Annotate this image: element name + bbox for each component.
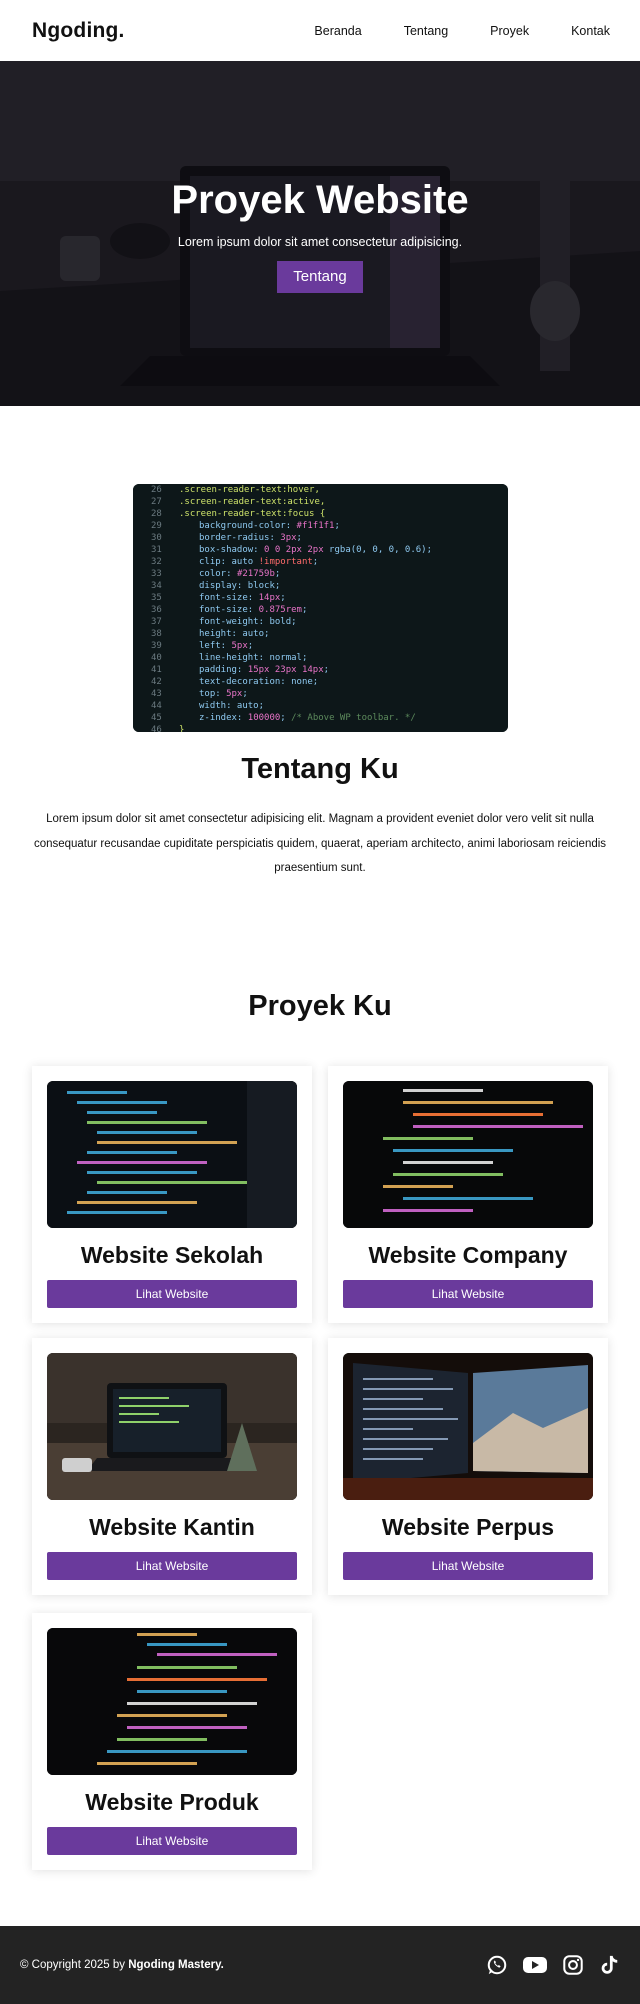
project-card-company: Website Company Lihat Website <box>328 1066 608 1323</box>
svg-text:font-size: 0.875rem;: font-size: 0.875rem; <box>199 605 307 615</box>
project-title: Website Sekolah <box>80 1242 264 1268</box>
lihat-website-button[interactable]: Lihat Website <box>47 1552 297 1580</box>
whatsapp-icon[interactable] <box>486 1954 508 1976</box>
svg-text:}: } <box>179 725 184 732</box>
svg-text:37: 37 <box>151 617 162 627</box>
project-card-kantin: Website Kantin Lihat Website <box>32 1338 312 1595</box>
navbar: Ngoding. Beranda Tentang Proyek Kontak <box>0 0 640 61</box>
svg-text:line-height: normal;: line-height: normal; <box>199 653 307 663</box>
svg-text:font-weight: bold;: font-weight: bold; <box>199 617 297 627</box>
svg-text:45: 45 <box>151 713 162 723</box>
lihat-website-button[interactable]: Lihat Website <box>47 1280 297 1308</box>
svg-text:41: 41 <box>151 665 162 675</box>
footer: © Copyright 2025 by Ngoding Mastery. <box>0 1926 640 2004</box>
lihat-website-button[interactable]: Lihat Website <box>47 1827 297 1855</box>
svg-text:35: 35 <box>151 593 162 603</box>
svg-text:color: #21759b;: color: #21759b; <box>199 569 280 579</box>
svg-text:31: 31 <box>151 545 162 555</box>
project-card-sekolah: Website Sekolah Lihat Website <box>32 1066 312 1323</box>
about-title: Tentang Ku <box>241 753 399 785</box>
youtube-icon[interactable] <box>522 1954 548 1976</box>
project-card-perpus: Website Perpus Lihat Website <box>328 1338 608 1595</box>
project-thumbnail <box>47 1353 297 1500</box>
lihat-website-button[interactable]: Lihat Website <box>343 1280 593 1308</box>
svg-text:26: 26 <box>151 485 162 495</box>
project-thumbnail <box>47 1081 297 1228</box>
svg-text:27: 27 <box>151 497 162 507</box>
hero-content: Proyek Website Lorem ipsum dolor sit ame… <box>0 176 640 293</box>
nav-link-beranda[interactable]: Beranda <box>314 24 361 38</box>
svg-text:.screen-reader-text:focus {: .screen-reader-text:focus { <box>179 509 325 519</box>
svg-text:font-size: 14px;: font-size: 14px; <box>199 593 286 603</box>
nav-link-kontak[interactable]: Kontak <box>571 24 610 38</box>
instagram-icon[interactable] <box>562 1954 584 1976</box>
svg-text:height: auto;: height: auto; <box>199 629 269 639</box>
project-card-produk: Website Produk Lihat Website <box>32 1613 312 1870</box>
svg-text:border-radius: 3px;: border-radius: 3px; <box>199 533 302 543</box>
svg-text:top: 5px;: top: 5px; <box>199 689 248 699</box>
hero-section: Proyek Website Lorem ipsum dolor sit ame… <box>0 61 640 406</box>
svg-text:29: 29 <box>151 521 162 531</box>
copyright-prefix: © Copyright 2025 by <box>20 1959 126 1971</box>
about-code-image: 26 .screen-reader-text:hover, 27 .screen-r… <box>133 484 508 732</box>
footer-copyright: © Copyright 2025 by Ngoding Mastery. <box>20 1959 224 1971</box>
project-thumbnail <box>343 1353 593 1500</box>
svg-text:46: 46 <box>151 725 162 732</box>
lihat-website-button[interactable]: Lihat Website <box>343 1552 593 1580</box>
svg-text:36: 36 <box>151 605 162 615</box>
tiktok-icon[interactable] <box>598 1954 620 1976</box>
project-thumbnail <box>343 1081 593 1228</box>
svg-text:.screen-reader-text:active,: .screen-reader-text:active, <box>179 497 325 507</box>
svg-text:background-color: #f1f1f1;: background-color: #f1f1f1; <box>199 521 340 531</box>
hero-subtitle: Lorem ipsum dolor sit amet consectetur a… <box>177 235 463 249</box>
nav-link-tentang[interactable]: Tentang <box>404 24 448 38</box>
svg-text:33: 33 <box>151 569 162 579</box>
svg-text:left: 5px;: left: 5px; <box>199 641 253 651</box>
nav-link-proyek[interactable]: Proyek <box>490 24 529 38</box>
svg-text:clip: auto !important;: clip: auto !important; <box>199 557 318 567</box>
projects-title: Proyek Ku <box>248 990 392 1022</box>
about-text: Lorem ipsum dolor sit amet consectetur a… <box>33 813 607 874</box>
svg-text:padding: 15px 23px 14px;: padding: 15px 23px 14px; <box>199 665 329 675</box>
hero-title: Proyek Website <box>171 178 469 222</box>
social-links <box>486 1954 620 1976</box>
brand-logo[interactable]: Ngoding. <box>32 19 125 43</box>
project-title: Website Kantin <box>89 1514 255 1540</box>
svg-text:width: auto;: width: auto; <box>199 701 264 711</box>
nav-menu: Beranda Tentang Proyek Kontak <box>314 24 610 38</box>
svg-text:display: block;: display: block; <box>199 581 280 591</box>
svg-text:43: 43 <box>151 689 162 699</box>
svg-text:28: 28 <box>151 509 162 519</box>
svg-text:32: 32 <box>151 557 162 567</box>
hero-tentang-button[interactable]: Tentang <box>277 261 363 293</box>
svg-text:30: 30 <box>151 533 162 543</box>
svg-text:38: 38 <box>151 629 162 639</box>
svg-text:39: 39 <box>151 641 162 651</box>
svg-text:40: 40 <box>151 653 162 663</box>
svg-text:box-shadow: 0 0 2px 2px rgba(0: box-shadow: 0 0 2px 2px rgba(0, 0, 0, 0.… <box>199 545 432 555</box>
project-title: Website Produk <box>85 1789 259 1815</box>
svg-text:34: 34 <box>151 581 162 591</box>
project-title: Website Perpus <box>381 1514 555 1540</box>
svg-text:.screen-reader-text:hover,: .screen-reader-text:hover, <box>179 485 320 495</box>
svg-text:42: 42 <box>151 677 162 687</box>
svg-text:44: 44 <box>151 701 162 711</box>
project-thumbnail <box>47 1628 297 1775</box>
svg-text:z-index: 100000; /* Above WP t: z-index: 100000; /* Above WP toolbar. */ <box>199 713 416 723</box>
copyright-owner: Ngoding Mastery. <box>128 1959 224 1971</box>
svg-text:text-decoration: none;: text-decoration: none; <box>199 677 318 687</box>
project-title: Website Company <box>368 1242 568 1268</box>
